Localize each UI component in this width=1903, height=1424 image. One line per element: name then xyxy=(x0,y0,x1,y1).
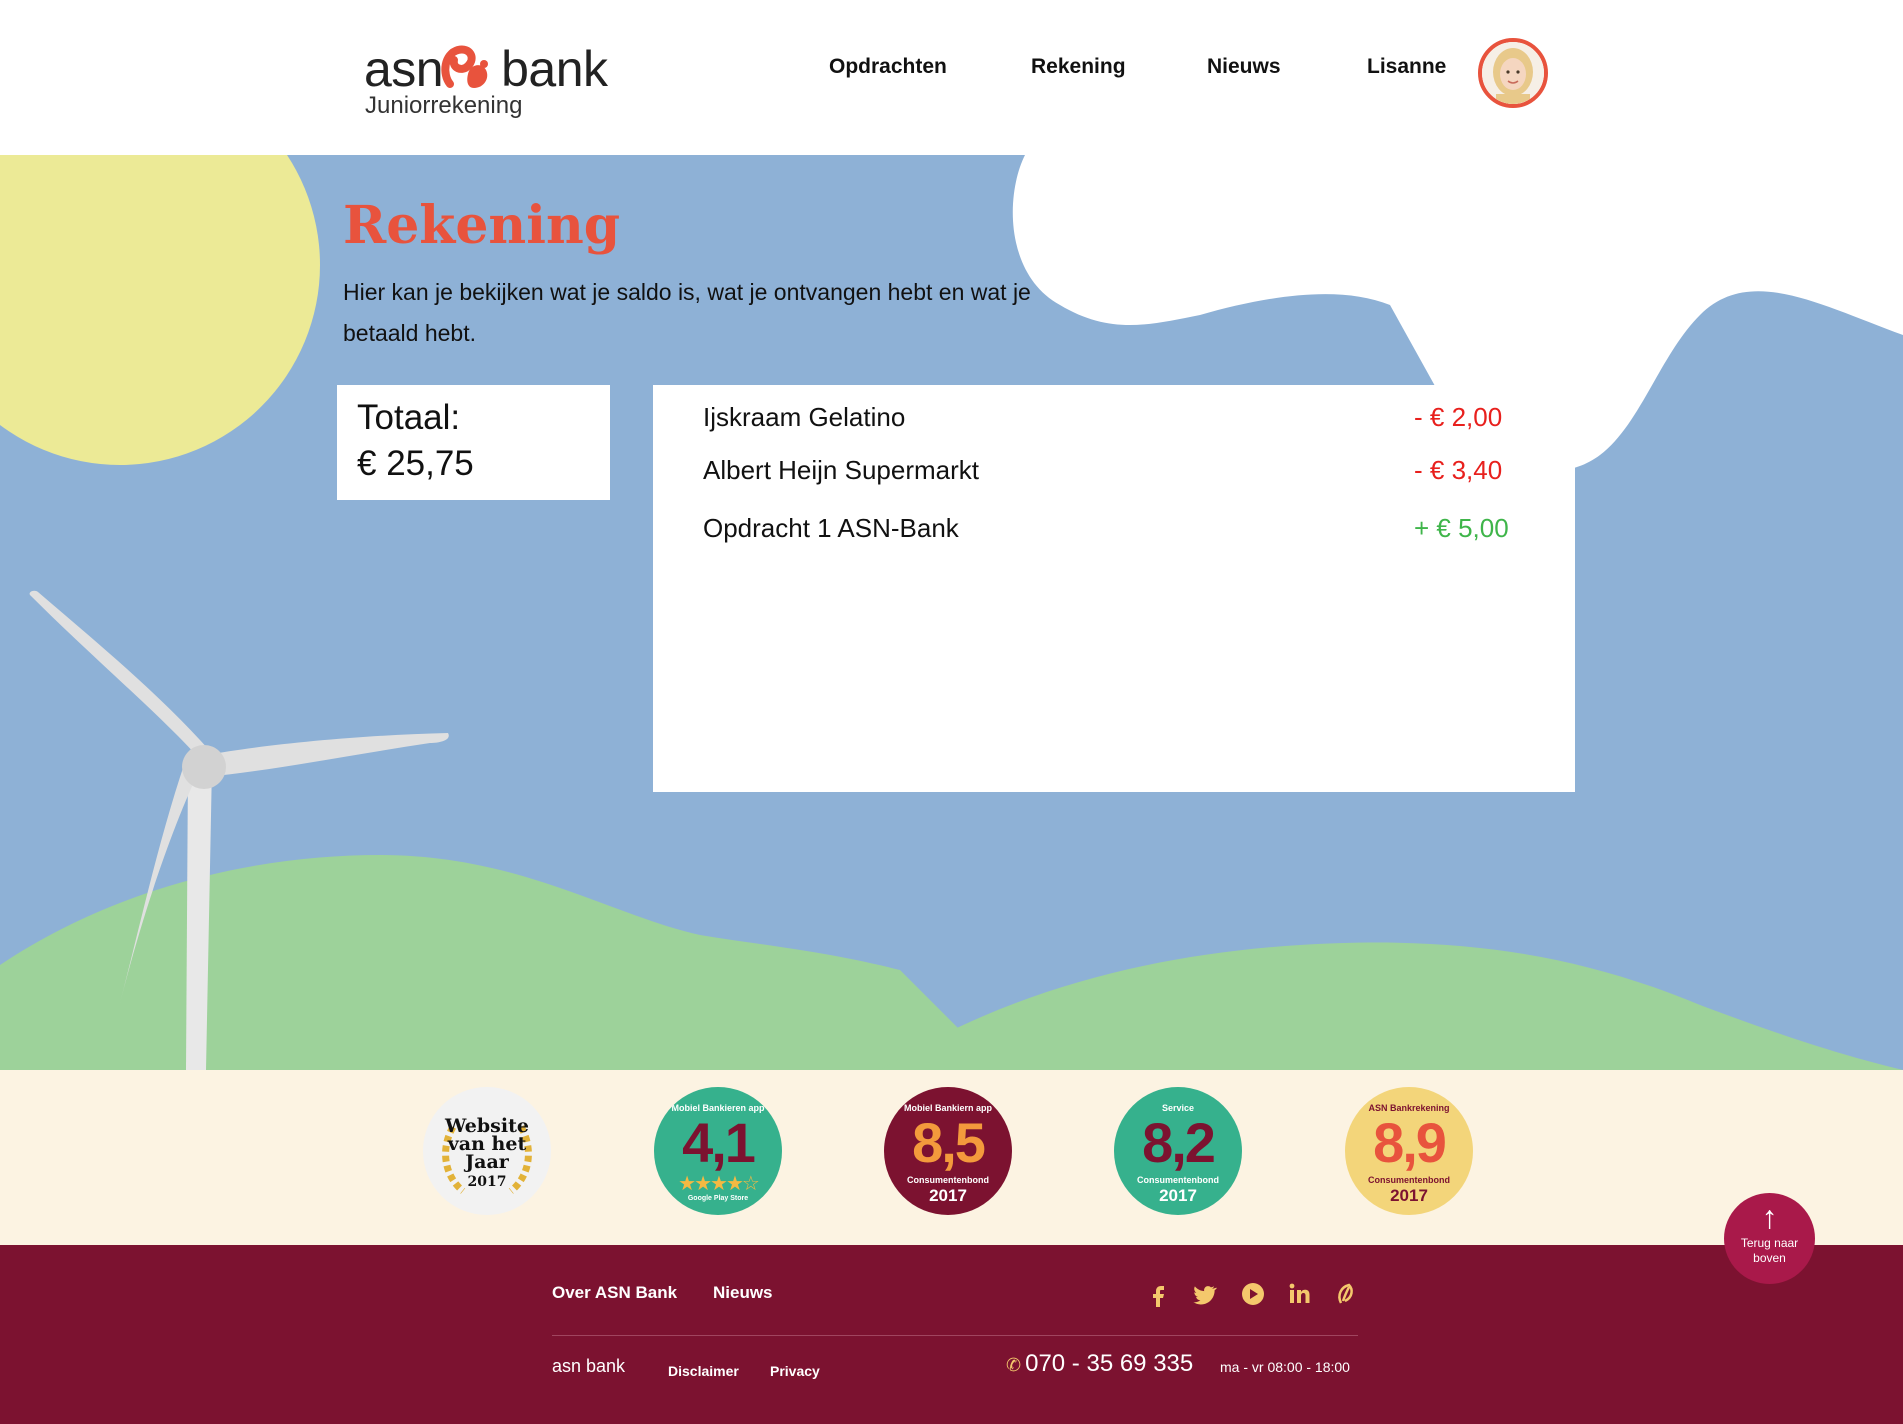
footer-logo[interactable]: asn bank xyxy=(552,1356,625,1377)
award-score: 8,9 xyxy=(1373,1111,1447,1174)
nav-opdrachten[interactable]: Opdrachten xyxy=(829,55,947,79)
twitter-icon[interactable] xyxy=(1192,1281,1218,1307)
transaction-name: Opdracht 1 ASN-Bank xyxy=(703,513,959,543)
award-text: Website van het Jaar 2017 xyxy=(423,1117,551,1191)
award-sub-label: Consumentenbond xyxy=(1368,1175,1450,1185)
youtube-icon[interactable] xyxy=(1240,1281,1266,1307)
award-year: 2017 xyxy=(1159,1186,1197,1205)
transaction-row[interactable]: Opdracht 1 ASN-Bank + € 5,00 xyxy=(703,513,1523,553)
award-service: Service 8,2 Consumentenbond 2017 xyxy=(1114,1087,1242,1215)
balance-value: € 25,75 xyxy=(357,444,474,483)
phone-text: 070 - 35 69 335 xyxy=(1025,1350,1194,1377)
award-sub-label: Consumentenbond xyxy=(907,1175,989,1185)
facebook-icon[interactable] xyxy=(1146,1281,1172,1307)
nav-nieuws[interactable]: Nieuws xyxy=(1207,55,1281,79)
logo-subtitle: Juniorrekening xyxy=(365,92,523,119)
back-to-top-label: Terug naar boven xyxy=(1740,1236,1799,1265)
star-rating-icon: ★★★★☆ xyxy=(678,1173,760,1195)
awards-strip: Website van het Jaar 2017 Mobiel Bankier… xyxy=(0,1070,1903,1245)
asn-bank-logo[interactable]: asn bank Juniorrekening xyxy=(364,40,624,120)
site-footer: Over ASN Bank Nieuws asn bank Disclaimer… xyxy=(0,1245,1903,1424)
nav-profile-name[interactable]: Lisanne xyxy=(1367,55,1446,79)
award-year: 2017 xyxy=(467,1174,507,1190)
footer-link-disclaimer[interactable]: Disclaimer xyxy=(668,1363,739,1379)
award-play-store-rating: Mobiel Bankieren app 4,1 ★★★★☆ Google Pl… xyxy=(654,1087,782,1215)
award-sub-label: Consumentenbond xyxy=(1137,1175,1219,1185)
award-score: 4,1 xyxy=(682,1111,756,1174)
avatar-portrait-icon xyxy=(1482,42,1544,104)
award-score: 8,5 xyxy=(912,1111,986,1174)
arrow-up-icon: ↑ xyxy=(1761,1199,1778,1235)
logo-bank-text: bank xyxy=(501,41,608,97)
logo-asn-text: asn xyxy=(364,41,444,97)
phone-number[interactable]: ✆ 070 - 35 69 335 xyxy=(1006,1350,1193,1378)
transactions-list: Ijskraam Gelatino - € 2,00 Albert Heijn … xyxy=(653,385,1575,792)
squirrel-icon xyxy=(441,45,488,88)
page-title: Rekening xyxy=(343,195,621,256)
footer-link-privacy[interactable]: Privacy xyxy=(770,1363,820,1379)
award-score: 8,2 xyxy=(1142,1111,1216,1174)
balance-label: Totaal: xyxy=(357,398,461,437)
transaction-row[interactable]: Ijskraam Gelatino - € 2,00 xyxy=(703,402,1523,442)
award-website-van-het-jaar: Website van het Jaar 2017 xyxy=(423,1087,551,1215)
transaction-row[interactable]: Albert Heijn Supermarkt - € 3,40 xyxy=(703,455,1523,495)
opening-hours: ma - vr 08:00 - 18:00 xyxy=(1220,1359,1350,1375)
transaction-amount: + € 5,00 xyxy=(1414,513,1509,543)
transaction-amount: - € 3,40 xyxy=(1414,455,1503,485)
footer-divider xyxy=(552,1335,1358,1336)
balance-card: Totaal: € 25,75 xyxy=(337,385,610,500)
award-year: 2017 xyxy=(929,1186,967,1205)
asn-leaf-icon[interactable] xyxy=(1333,1281,1359,1307)
footer-link-nieuws[interactable]: Nieuws xyxy=(713,1283,773,1303)
site-header: asn bank Juniorrekening Opdrachten Rekeni… xyxy=(0,0,1903,155)
transaction-name: Ijskraam Gelatino xyxy=(703,402,906,432)
award-year: 2017 xyxy=(1390,1186,1428,1205)
award-line3: Jaar xyxy=(465,1151,509,1173)
transaction-amount: - € 2,00 xyxy=(1414,402,1503,432)
footer-link-over-asn[interactable]: Over ASN Bank xyxy=(552,1283,677,1303)
nav-rekening[interactable]: Rekening xyxy=(1031,55,1126,79)
award-bankrekening: ASN Bankrekening 8,9 Consumentenbond 201… xyxy=(1345,1087,1473,1215)
linkedin-icon[interactable] xyxy=(1287,1281,1313,1307)
back-to-top-button[interactable]: ↑ Terug naar boven xyxy=(1724,1193,1815,1284)
award-store-label: Google Play Store xyxy=(687,1195,749,1202)
transaction-name: Albert Heijn Supermarkt xyxy=(703,455,979,485)
award-mobile-app: Mobiel Bankiern app 8,5 Consumentenbond … xyxy=(884,1087,1012,1215)
phone-icon: ✆ xyxy=(1006,1355,1022,1375)
avatar[interactable] xyxy=(1478,38,1548,108)
intro-text: Hier kan je bekijken wat je saldo is, wa… xyxy=(343,279,1031,346)
